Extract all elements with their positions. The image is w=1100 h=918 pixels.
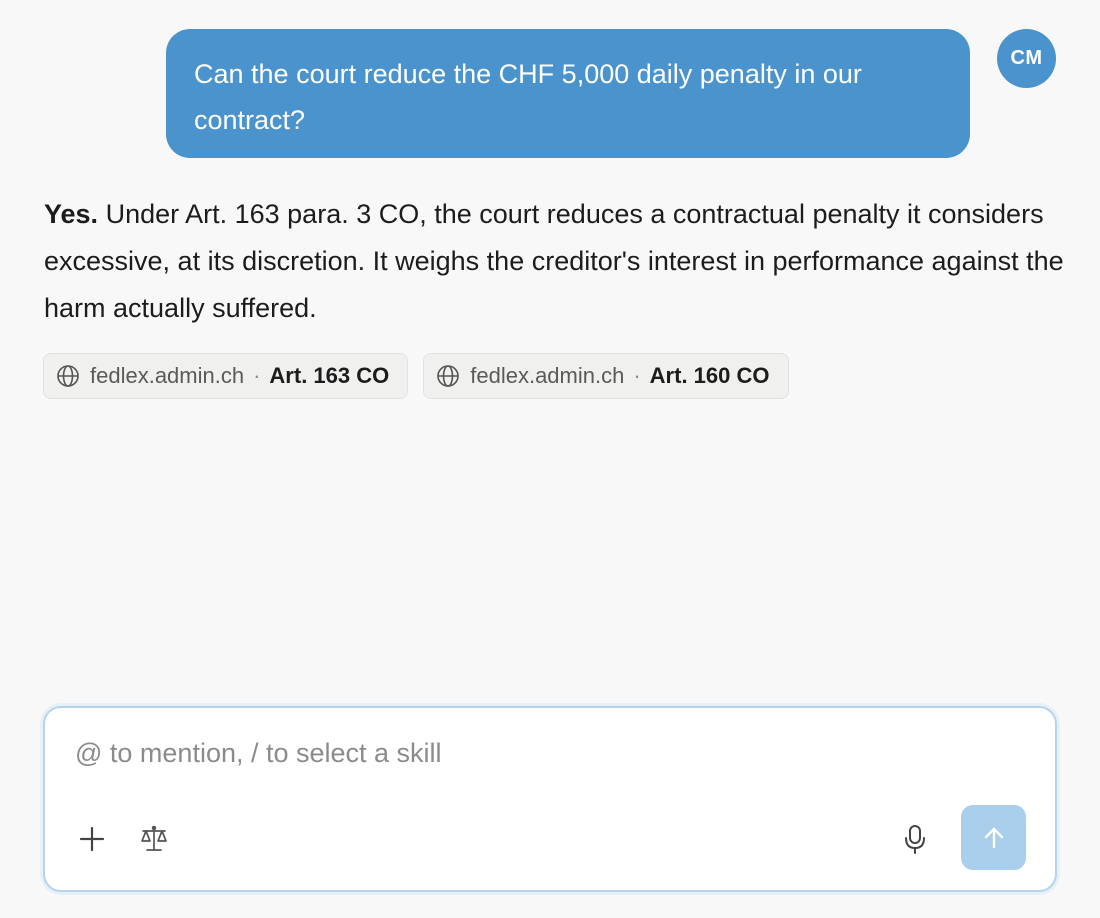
message-input[interactable]	[75, 738, 955, 769]
scales-icon	[141, 825, 167, 851]
source-separator: ·	[253, 363, 261, 388]
source-chip-art-163[interactable]: fedlex.admin.ch · Art. 163 CO	[43, 353, 409, 399]
assistant-answer-lead: Yes.	[44, 199, 99, 229]
globe-icon	[436, 364, 460, 388]
attach-button[interactable]	[75, 822, 109, 856]
source-reference: Art. 163 CO	[269, 363, 390, 388]
source-list: fedlex.admin.ch · Art. 163 CO fedlex.adm…	[43, 353, 789, 399]
send-button[interactable]	[961, 805, 1026, 870]
skill-button[interactable]	[135, 820, 173, 858]
globe-icon	[56, 364, 80, 388]
plus-icon	[79, 826, 105, 852]
arrow-up-icon	[984, 827, 1003, 848]
avatar-initials: CM	[1010, 47, 1043, 69]
assistant-answer-body: Under Art. 163 para. 3 CO, the court red…	[44, 199, 1064, 323]
avatar[interactable]: CM	[997, 29, 1056, 88]
message-composer	[43, 706, 1057, 892]
microphone-icon	[905, 825, 925, 854]
user-message-text: Can the court reduce the CHF 5,000 daily…	[194, 59, 862, 135]
assistant-message: Yes. Under Art. 163 para. 3 CO, the cour…	[44, 191, 1064, 332]
source-chip-art-160[interactable]: fedlex.admin.ch · Art. 160 CO	[423, 353, 789, 399]
chat-page: Can the court reduce the CHF 5,000 daily…	[0, 0, 1100, 918]
source-reference: Art. 160 CO	[649, 363, 770, 388]
voice-button[interactable]	[897, 820, 933, 858]
source-domain: fedlex.admin.ch	[470, 363, 625, 388]
source-domain: fedlex.admin.ch	[90, 363, 245, 388]
source-separator: ·	[633, 363, 641, 388]
user-message: Can the court reduce the CHF 5,000 daily…	[166, 29, 970, 158]
